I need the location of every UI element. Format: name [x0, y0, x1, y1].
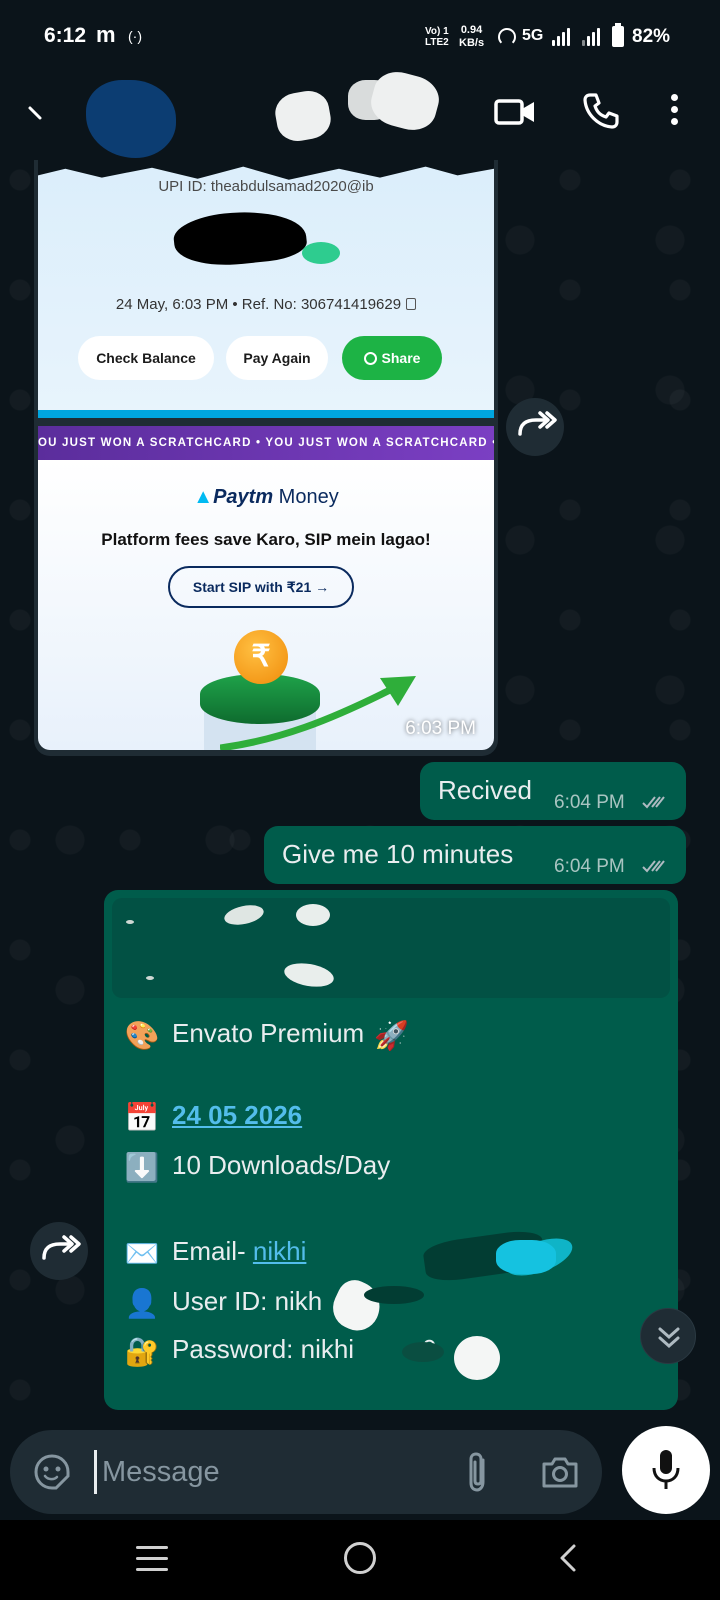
paytm-money-ad: ▲Paytm Money Platform fees save Karo, SI… [38, 460, 494, 750]
pay-again-button: Pay Again [226, 336, 328, 380]
chat-area[interactable]: UPI ID: theabdulsamad2020@ib 24 May, 6:0… [0, 160, 720, 1420]
palette-icon: 🎨 [124, 1020, 160, 1051]
microphone-icon [652, 1450, 680, 1489]
signal-icon-sim1 [552, 28, 574, 46]
message-time: 6:04 PM [554, 856, 625, 877]
outgoing-message-credentials[interactable]: 🎨 Envato Premium 🚀 📅 24 05 2026 ⬇️ 10 Downl… [104, 890, 678, 1410]
message-text: Give me 10 minutes [282, 839, 514, 869]
outgoing-message[interactable]: Recived 6:04 PM [420, 762, 686, 820]
voice-message-button[interactable] [622, 1426, 710, 1514]
quoted-message-redacted[interactable] [112, 898, 670, 998]
email-link[interactable]: nikhi [253, 1236, 306, 1266]
image-message[interactable]: UPI ID: theabdulsamad2020@ib 24 May, 6:0… [34, 160, 498, 756]
payment-screenshot[interactable]: UPI ID: theabdulsamad2020@ib 24 May, 6:0… [38, 160, 494, 750]
lock-key-icon: 🔐 [124, 1336, 160, 1367]
calendar-icon: 📅 [124, 1102, 160, 1133]
sticker-icon[interactable] [32, 1452, 72, 1492]
message-time: 6:03 PM [405, 718, 476, 739]
password-line: 🔐Password: nikhi0 [122, 1334, 437, 1368]
network-type: 5G [522, 27, 544, 44]
back-arrow-icon[interactable] [26, 102, 50, 126]
scroll-to-bottom-button[interactable] [640, 1308, 696, 1364]
user-icon: 👤 [124, 1288, 160, 1319]
volte-indicator: Vo) 1 LTE2 [425, 26, 449, 48]
scratchcard-banner: OU JUST WON A SCRATCHCARD • YOU JUST WON… [38, 426, 494, 460]
forward-icon [518, 411, 557, 436]
video-call-icon[interactable] [494, 96, 536, 128]
date-link[interactable]: 24 05 2026 [172, 1100, 302, 1130]
downloads-info: ⬇️ 10 Downloads/Day [122, 1150, 391, 1184]
envelope-icon: ✉️ [124, 1238, 160, 1269]
copy-icon [406, 298, 417, 310]
growth-arrow-icon [220, 676, 416, 750]
redacted-amount [171, 205, 309, 271]
back-icon[interactable] [554, 1542, 582, 1574]
hotspot-icon [498, 28, 516, 46]
double-chevron-down-icon [658, 1327, 680, 1349]
message-composer [10, 1430, 602, 1514]
start-sip-button: Start SIP with ₹21 → [168, 566, 354, 608]
battery-icon [612, 23, 624, 47]
message-time: 6:04 PM [554, 792, 625, 813]
avatar[interactable] [86, 80, 176, 158]
payment-receipt: UPI ID: theabdulsamad2020@ib 24 May, 6:0… [38, 160, 494, 418]
paytm-tagline: Platform fees save Karo, SIP mein lagao! [101, 530, 431, 549]
more-options-icon[interactable] [668, 94, 680, 130]
outgoing-message[interactable]: Give me 10 minutes 6:04 PM [264, 826, 686, 884]
chat-header [0, 66, 720, 160]
network-speed: 0.94 KB/s [459, 24, 485, 49]
expiry-date: 📅 24 05 2026 [122, 1100, 303, 1134]
read-ticks-icon [642, 796, 665, 809]
message-text: Recived [438, 775, 532, 805]
signal-icon-sim2 [582, 28, 604, 46]
rocket-icon: 🚀 [373, 1020, 409, 1051]
service-title: 🎨 Envato Premium 🚀 [122, 1018, 421, 1052]
status-bar: 6:12 m (·) Vo) 1 LTE2 0.94 KB/s 5G 82% [0, 0, 720, 72]
check-balance-button: Check Balance [78, 336, 214, 380]
recent-apps-icon[interactable] [136, 1546, 168, 1572]
paytm-money-logo: ▲Paytm Money [193, 486, 339, 508]
home-icon[interactable] [344, 1542, 376, 1574]
app-notification-icon: m [96, 22, 116, 47]
forward-icon [42, 1235, 81, 1260]
arrow-right-icon: → [315, 579, 330, 595]
message-input[interactable] [102, 1448, 442, 1496]
system-navigation-bar [0, 1520, 720, 1600]
read-ticks-icon [642, 860, 665, 873]
share-button: Share [342, 336, 442, 380]
forward-button[interactable] [30, 1222, 88, 1280]
email-line: ✉️ Email- nikhi [122, 1236, 307, 1270]
broadcast-icon: (·) [128, 28, 142, 44]
whatsapp-icon [363, 352, 377, 365]
attachment-icon[interactable] [462, 1450, 494, 1494]
voice-call-icon[interactable] [582, 92, 620, 130]
download-arrow-icon: ⬇️ [124, 1152, 160, 1183]
payment-datetime: 24 May, 6:03 PM • Ref. No: 306741419629 [38, 296, 494, 313]
battery-percent: 82% [632, 26, 671, 47]
forward-button[interactable] [506, 398, 564, 456]
status-time: 6:12 [44, 24, 87, 47]
user-id-line: 👤 User ID: nikh [122, 1286, 323, 1320]
upi-id: UPI ID: theabdulsamad2020@ib [158, 178, 374, 195]
camera-icon[interactable] [540, 1454, 580, 1490]
